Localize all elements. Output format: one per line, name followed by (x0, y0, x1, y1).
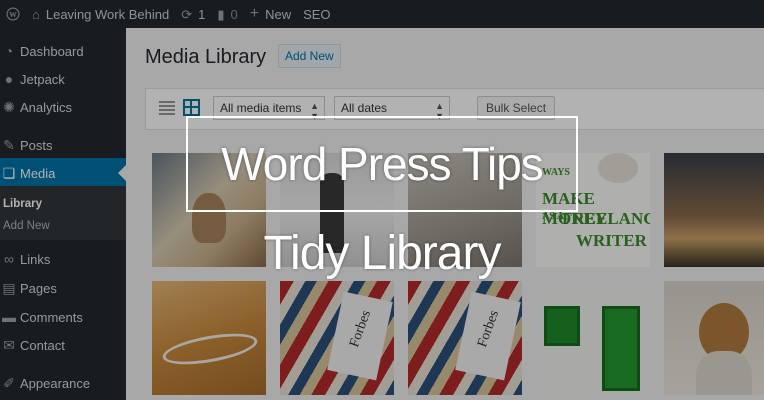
sidebar-item-contact[interactable]: ✉ Contact (0, 330, 126, 360)
mail-icon: ✉ (3, 336, 15, 353)
thumbnail-text: Forbes (347, 308, 375, 350)
page-title: Media Library (145, 46, 267, 68)
headline-box: Word Press Tips (186, 116, 578, 212)
submenu-library[interactable]: Library (3, 198, 42, 210)
grid-view-icon[interactable] (183, 99, 200, 116)
comments-count: 0 (230, 6, 238, 22)
media-thumbnail[interactable]: Forbes (408, 281, 522, 395)
new-label: New (265, 6, 292, 22)
list-view-icon[interactable] (159, 100, 175, 116)
sidebar-item-label: Dashboard (20, 43, 84, 59)
home-icon: ⌂ (32, 6, 40, 22)
plus-icon: + (249, 5, 260, 22)
updates-link[interactable]: ⟳ 1 (175, 0, 211, 28)
sidebar-item-media[interactable]: ❏ Media (0, 158, 126, 188)
wordpress-logo-icon[interactable]: W (0, 0, 26, 28)
refresh-icon: ⟳ (181, 6, 193, 22)
media-thumbnail[interactable] (536, 281, 650, 395)
comment-icon: ▬ (2, 309, 16, 325)
sidebar-item-dashboard[interactable]: ◔ Dashboard (0, 36, 126, 66)
sidebar-item-posts[interactable]: ✎ Posts (0, 130, 126, 160)
date-value: All dates (341, 101, 388, 115)
site-name-link[interactable]: ⌂ Leaving Work Behind (26, 0, 175, 28)
jetpack-icon: ● (4, 71, 14, 87)
new-content-link[interactable]: + New (244, 0, 297, 28)
green-window-image (544, 306, 580, 346)
green-door-image (602, 306, 640, 391)
sidebar-item-label: Analytics (20, 99, 73, 115)
sidebar-item-appearance[interactable]: ✐ Appearance (0, 368, 126, 398)
add-new-button[interactable]: Add New (278, 44, 341, 68)
sidebar-item-comments[interactable]: ▬ Comments (0, 302, 126, 332)
media-icon: ❏ (2, 164, 16, 181)
site-name: Leaving Work Behind (45, 6, 170, 22)
brush-icon: ✐ (3, 374, 15, 391)
headline-title: Word Press Tips (221, 138, 544, 190)
thumbnail-text: Forbes (475, 308, 503, 350)
media-type-value: All media items (220, 101, 302, 115)
sidebar-item-label: Jetpack (20, 71, 65, 87)
sidebar-item-label: Contact (20, 337, 65, 353)
admin-bar: W ⌂ Leaving Work Behind ⟳ 1 ▮ 0 + New SE… (0, 0, 764, 28)
piggy-bank-image (598, 153, 638, 183)
sidebar-item-label: Media (20, 165, 56, 181)
page-icon: ▤ (2, 279, 16, 296)
seo-label: SEO (303, 6, 331, 22)
updates-count: 1 (198, 6, 206, 22)
sidebar-item-label: Pages (20, 280, 57, 296)
svg-text:W: W (9, 10, 17, 19)
sidebar-item-analytics[interactable]: ✺ Analytics (0, 92, 126, 122)
comment-bubble-icon: ▮ (217, 6, 225, 22)
sidebar-item-label: Posts (20, 137, 53, 153)
sidebar-item-label: Comments (20, 309, 83, 325)
media-thumbnail[interactable] (664, 281, 764, 395)
sidebar-item-label: Appearance (20, 375, 91, 391)
headline-subtitle: Tidy Library (263, 227, 502, 280)
dashboard-icon: ◔ (4, 43, 14, 59)
pin-icon: ✎ (3, 136, 15, 153)
admin-sidebar: ◔ Dashboard ● Jetpack ✺ Analytics ✎ Post… (0, 28, 126, 400)
media-thumbnail[interactable]: Forbes (280, 281, 394, 395)
analytics-icon: ✺ (3, 98, 15, 115)
main-content: Media Library Add New All media items ▲ ▼… (126, 28, 764, 400)
sidebar-item-jetpack[interactable]: ● Jetpack (0, 64, 126, 94)
thumbnail-text: AS A (542, 211, 564, 222)
comments-link[interactable]: ▮ 0 (211, 0, 243, 28)
seo-link[interactable]: SEO (297, 0, 336, 28)
media-thumbnail[interactable] (152, 281, 266, 395)
